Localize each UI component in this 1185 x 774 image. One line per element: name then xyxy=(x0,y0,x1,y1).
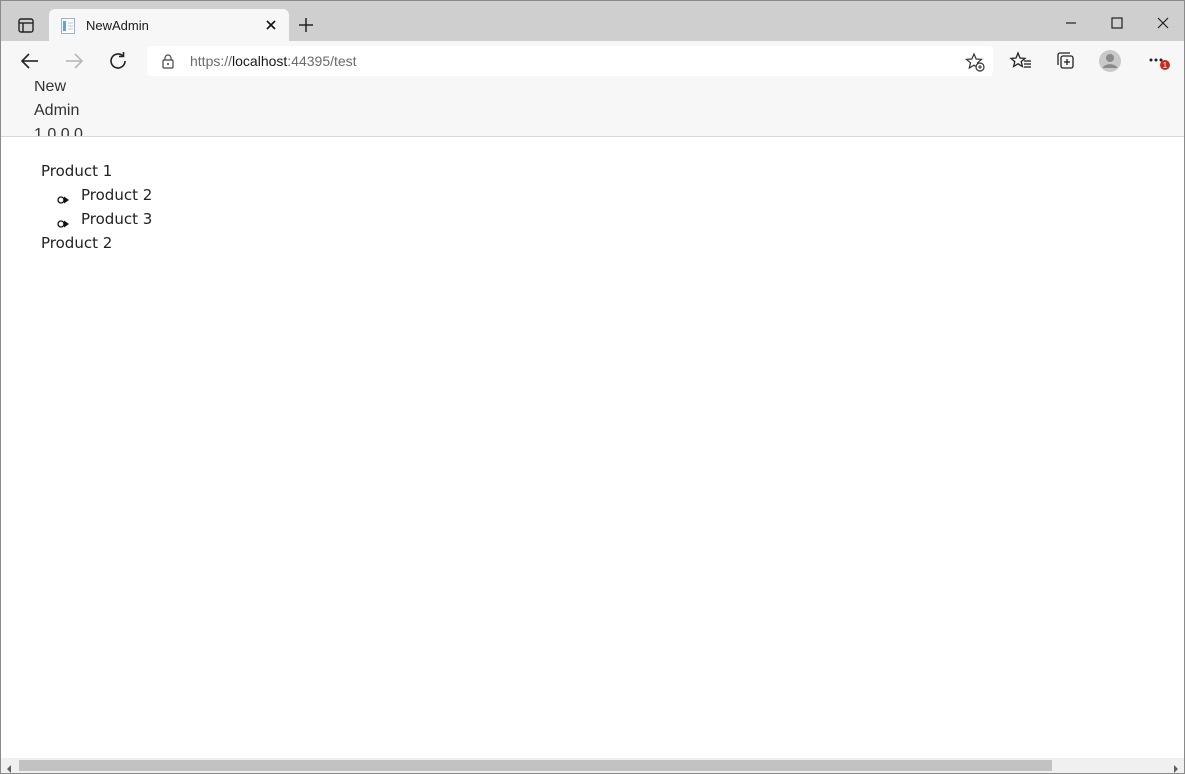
maximize-icon[interactable] xyxy=(1107,13,1127,33)
tree-child-item[interactable]: Product 2 xyxy=(41,183,152,207)
tree-child-item[interactable]: Product 3 xyxy=(41,207,152,231)
tab-actions-icon[interactable] xyxy=(13,13,39,39)
forward-arrow-icon[interactable] xyxy=(62,49,86,73)
product-tree: Product 1 Product 2 Product 3 Product 2 xyxy=(41,159,152,255)
close-window-icon[interactable] xyxy=(1153,13,1173,33)
address-path: :44395/test xyxy=(287,53,357,69)
favorite-add-icon[interactable] xyxy=(964,52,985,72)
browser-tab[interactable]: NewAdmin xyxy=(49,9,289,42)
brand-line-1: New xyxy=(34,81,67,95)
address-host: localhost xyxy=(232,53,288,69)
scroll-thumb[interactable] xyxy=(19,760,1052,771)
profile-icon[interactable] xyxy=(1098,49,1122,73)
address-text[interactable]: https://localhost:44395/test xyxy=(190,53,357,69)
brand-version: 1.0.0.0 xyxy=(34,126,83,137)
page-content: New Admin 1.0.0.0 Product 1 Product 2 Pr… xyxy=(1,81,1184,758)
plus-icon[interactable] xyxy=(297,16,315,34)
brand-line-2: Admin xyxy=(34,102,80,119)
tab-title: NewAdmin xyxy=(86,18,149,33)
scroll-right-icon[interactable] xyxy=(1172,761,1180,773)
collections-icon[interactable] xyxy=(1053,49,1077,73)
circle-arrow-icon xyxy=(57,189,71,204)
app-header: New Admin 1.0.0.0 xyxy=(1,81,1184,137)
refresh-icon[interactable] xyxy=(106,49,130,73)
circle-arrow-icon xyxy=(57,213,71,228)
close-icon[interactable] xyxy=(263,17,279,33)
lock-icon[interactable] xyxy=(161,53,175,69)
back-arrow-icon[interactable] xyxy=(18,49,42,73)
browser-window: New Admin https://localhost:44395/test 1 … xyxy=(0,0,1185,774)
favorites-icon[interactable] xyxy=(1009,49,1033,73)
address-bar[interactable]: https://localhost:44395/test xyxy=(147,46,993,76)
scroll-left-icon[interactable] xyxy=(5,761,13,773)
page-favicon xyxy=(61,18,75,34)
tree-child-label: Product 3 xyxy=(81,210,153,228)
tree-item[interactable]: Product 1 xyxy=(41,159,152,183)
tab-strip: NewAdmin xyxy=(1,1,1184,42)
tree-item[interactable]: Product 2 xyxy=(41,231,152,255)
browser-toolbar: https://localhost:44395/test 1 xyxy=(1,41,1184,81)
address-scheme: https:// xyxy=(190,53,233,69)
brand[interactable]: New Admin 1.0.0.0 xyxy=(34,81,83,137)
notification-badge: 1 xyxy=(1163,61,1168,70)
horizontal-scrollbar[interactable] xyxy=(1,758,1184,773)
more-icon[interactable]: 1 xyxy=(1146,49,1170,73)
tree-child-label: Product 2 xyxy=(81,186,153,204)
minimize-icon[interactable] xyxy=(1061,13,1081,33)
